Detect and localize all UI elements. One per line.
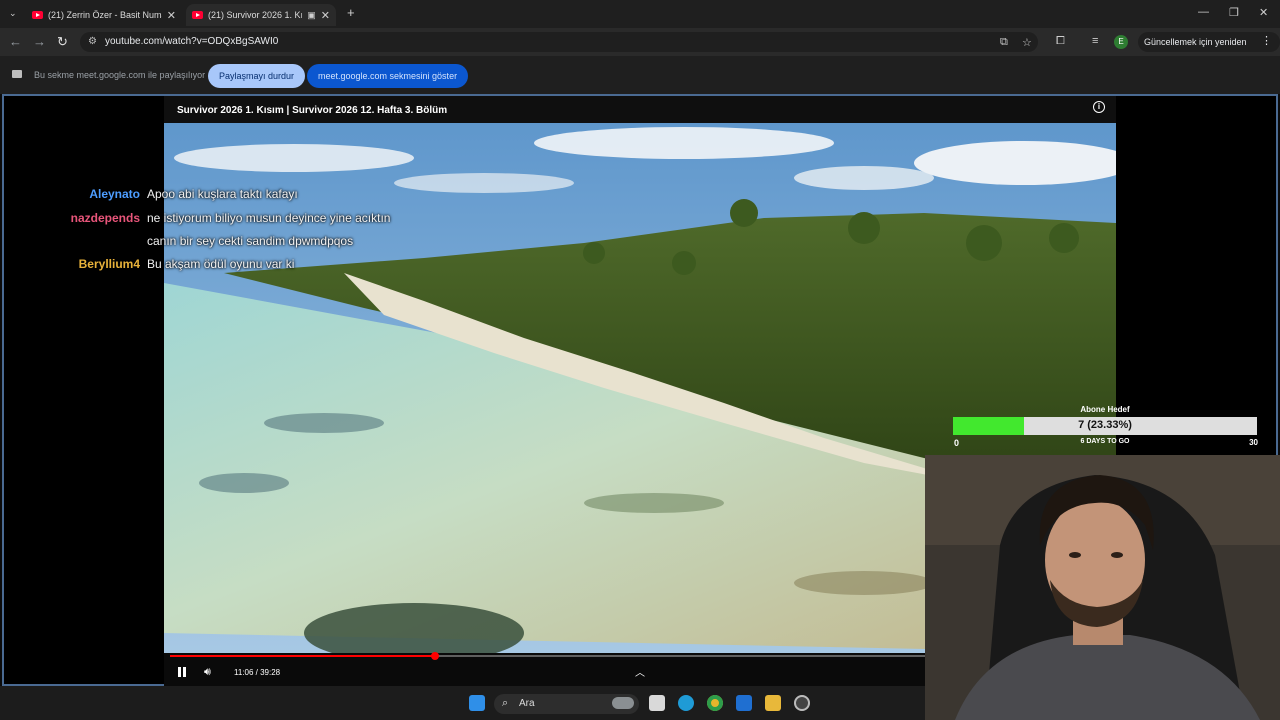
url-text: youtube.com/watch?v=ODQxBgSAWI0 [105,36,279,47]
chat-username: Aleynato [89,187,140,201]
screen-share-tab-icon: ▣ [307,9,316,20]
chat-text: Apoo abi kuşlara taktı kafayı [147,187,298,201]
pause-icon[interactable] [177,667,187,677]
maximize-button[interactable]: ❐ [1229,6,1239,19]
stop-sharing-button[interactable]: Paylaşmayı durdur [208,64,306,88]
screen-share-icon [12,70,22,78]
show-meet-tab-button[interactable]: meet.google.com sekmesini göster [307,64,469,88]
minimize-button[interactable]: — [1198,6,1209,18]
subscriber-goal-widget: Abone Hedef 7 (23.33%) 0 6 DAYS TO GO 30 [952,402,1258,450]
update-restart-button[interactable]: Güncellemek için yeniden başlat [1138,32,1280,67]
forward-icon[interactable]: → [33,34,46,49]
chat-username: nazdepends [70,211,140,225]
tab-title: (21) Zerrin Özer - Basit Numaralar [48,10,162,20]
goal-max: 30 [1249,438,1258,447]
close-tab-icon[interactable]: ✕ [167,9,176,22]
file-explorer-icon[interactable] [765,695,781,711]
browser-toolbar: ← → ↻ ⚙ youtube.com/watch?v=ODQxBgSAWI0 … [0,28,1280,56]
volume-icon[interactable]: 🔊︎ [204,666,211,679]
progress-played [170,655,435,657]
extensions-icon[interactable]: ⧠ [1056,35,1065,48]
progress-scrubber[interactable] [430,652,439,660]
chat-text: canın bir sey cekti sandim dpwmdpqos [147,234,354,248]
search-icon: ⌕ [502,697,509,709]
goal-days-left: 6 DAYS TO GO [1080,438,1130,445]
back-icon[interactable]: ← [9,34,22,49]
goal-progress-bar: 7 (23.33%) [953,417,1257,435]
task-view-icon[interactable] [649,695,665,711]
sharing-text: Bu sekme meet.google.com ile paylaşılıyo… [34,70,206,80]
cast-icon[interactable]: ⧉ [1000,36,1008,49]
webcam-person [925,455,1280,720]
info-icon[interactable]: i [1093,101,1105,113]
goal-title: Abone Hedef [1080,405,1130,414]
edge-icon[interactable] [678,695,694,711]
video-title: Survivor 2026 1. Kısım | Survivor 2026 1… [177,105,448,116]
tab-title: (21) Survivor 2026 1. Kısım [208,10,303,20]
chrome-icon[interactable] [707,695,723,711]
address-bar[interactable]: ⚙ youtube.com/watch?v=ODQxBgSAWI0 ⧉ ☆ [80,32,1038,52]
goal-value: 7 (23.33%) [1078,419,1132,431]
chat-username: Beryllium4 [78,257,140,271]
chevron-up-icon[interactable]: ︿ [635,664,645,679]
media-control-icon[interactable]: ≡ [1092,35,1098,47]
youtube-icon [192,11,203,19]
widgets-icon[interactable] [612,697,634,709]
close-tab-icon[interactable]: ✕ [321,9,330,22]
video-time: 11:06 / 39:28 [234,668,281,677]
windows-start-icon[interactable] [469,695,485,711]
windows-taskbar: ⌕ Ara [0,686,925,720]
site-info-icon[interactable]: ⚙ [88,36,97,47]
obs-icon[interactable] [794,695,810,711]
chat-text: Bu akşam ödül oyunu var ki [147,257,295,271]
sharing-info-bar: Bu sekme meet.google.com ile paylaşılıyo… [0,56,1280,94]
video-title-bar: Survivor 2026 1. Kısım | Survivor 2026 1… [164,96,1116,123]
close-window-button[interactable]: ✕ [1259,6,1268,19]
search-label: Ara [519,698,535,709]
tab-search-icon[interactable]: ⌄ [9,8,17,19]
browser-tab-strip: ⌄ (21) Zerrin Özer - Basit Numaralar ✕ (… [0,0,1280,28]
reload-icon[interactable]: ↻ [57,34,68,50]
menu-dots-icon[interactable]: ⋮ [1261,34,1272,47]
tab-zerrin-ozer[interactable]: (21) Zerrin Özer - Basit Numaralar ✕ [26,4,182,26]
tab-survivor[interactable]: (21) Survivor 2026 1. Kısım ▣ ✕ [186,4,336,26]
bookmark-star-icon[interactable]: ☆ [1022,36,1032,49]
new-tab-button[interactable]: + [347,5,355,20]
avatar[interactable]: E [1114,35,1128,49]
webcam-feed [925,455,1280,720]
mail-icon[interactable] [736,695,752,711]
youtube-icon [32,11,43,19]
chat-text: ne istiyorum biliyo musun deyince yine a… [147,211,391,225]
